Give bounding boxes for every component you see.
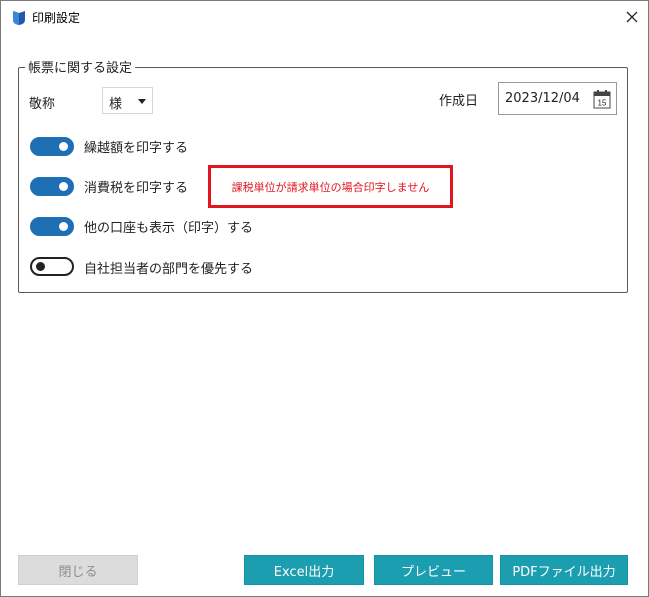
- honorific-select[interactable]: 様: [102, 87, 153, 114]
- tax-warning-message: 課税単位が請求単位の場合印字しません: [208, 165, 453, 208]
- toggle-knob: [59, 222, 68, 231]
- calendar-icon[interactable]: 15: [593, 89, 611, 109]
- toggle-knob: [36, 262, 45, 271]
- print-settings-dialog: 印刷設定 帳票に関する設定 敬称 様 作成日 2023/12/04 15 繰越額…: [0, 0, 649, 597]
- carryover-toggle[interactable]: [30, 137, 74, 156]
- excel-export-button[interactable]: Excel出力: [244, 555, 364, 585]
- consumption-tax-toggle[interactable]: [30, 177, 74, 196]
- title-bar: 印刷設定: [1, 1, 648, 33]
- other-accounts-label: 他の口座も表示（印字）する: [84, 221, 254, 236]
- chevron-down-icon: [138, 99, 146, 104]
- created-date-field[interactable]: 2023/12/04 15: [498, 82, 617, 115]
- toggle-knob: [59, 142, 68, 151]
- group-legend: 帳票に関する設定: [25, 57, 136, 76]
- toggle-knob: [59, 182, 68, 191]
- department-priority-toggle[interactable]: [30, 257, 74, 276]
- window-title: 印刷設定: [32, 11, 81, 25]
- honorific-label: 敬称: [29, 97, 56, 112]
- calendar-day: 15: [598, 99, 607, 108]
- department-priority-label: 自社担当者の部門を優先する: [84, 262, 254, 277]
- close-window-button[interactable]: [616, 1, 648, 33]
- created-date-label: 作成日: [439, 94, 479, 109]
- carryover-label: 繰越額を印字する: [84, 141, 189, 156]
- created-date-value: 2023/12/04: [505, 91, 580, 106]
- app-logo-icon: [13, 11, 25, 25]
- preview-button[interactable]: プレビュー: [374, 555, 493, 585]
- consumption-tax-label: 消費税を印字する: [84, 181, 189, 196]
- other-accounts-toggle[interactable]: [30, 217, 74, 236]
- pdf-export-button[interactable]: PDFファイル出力: [500, 555, 628, 585]
- close-icon: [626, 11, 638, 23]
- close-button[interactable]: 閉じる: [18, 555, 138, 585]
- honorific-value: 様: [109, 97, 123, 112]
